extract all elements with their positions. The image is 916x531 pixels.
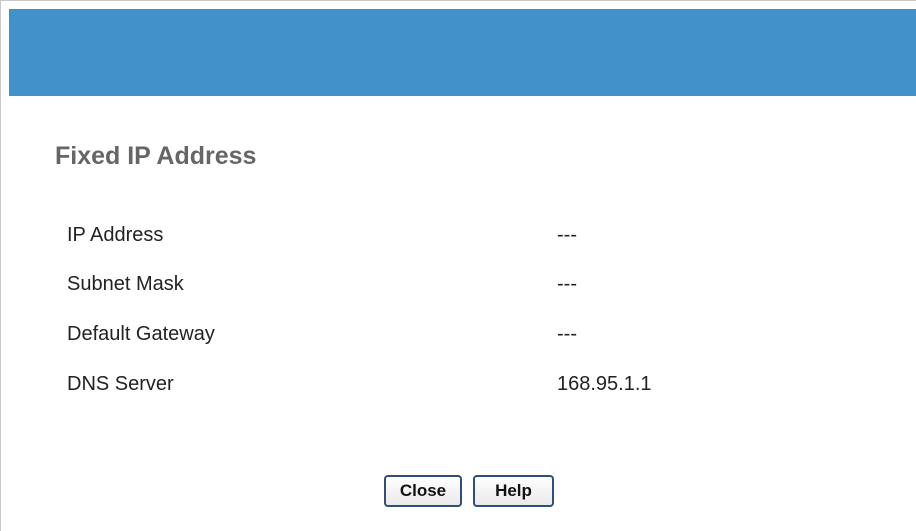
ip-address-row: IP Address ---	[67, 224, 767, 250]
close-button[interactable]: Close	[384, 475, 462, 507]
ip-address-label: IP Address	[67, 224, 164, 246]
ip-address-value: ---	[557, 224, 577, 246]
page-title: Fixed IP Address	[55, 142, 257, 170]
dns-server-row: DNS Server 168.95.1.1	[67, 373, 767, 399]
default-gateway-row: Default Gateway ---	[67, 323, 767, 349]
fixed-ip-dialog: Fixed IP Address IP Address --- Subnet M…	[0, 0, 916, 531]
default-gateway-value: ---	[557, 323, 577, 345]
dns-server-value: 168.95.1.1	[557, 373, 652, 395]
help-button[interactable]: Help	[473, 475, 554, 507]
dns-server-label: DNS Server	[67, 373, 174, 395]
subnet-mask-label: Subnet Mask	[67, 273, 184, 295]
subnet-mask-value: ---	[557, 273, 577, 295]
default-gateway-label: Default Gateway	[67, 323, 215, 345]
header-bar	[9, 9, 916, 96]
subnet-mask-row: Subnet Mask ---	[67, 273, 767, 299]
